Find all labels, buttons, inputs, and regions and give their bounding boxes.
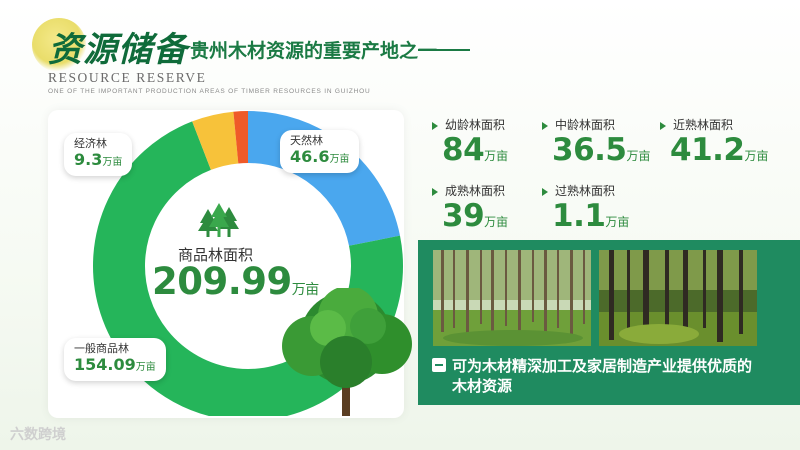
- tree-illustration: [282, 288, 412, 416]
- stat-value: 36.5万亩: [552, 132, 651, 168]
- stat-label-text: 中龄林面积: [555, 118, 616, 132]
- subtitle-dash: [418, 49, 470, 51]
- stat-label-text: 近熟林面积: [673, 118, 734, 132]
- triangle-bullet-icon: [432, 121, 438, 130]
- stat-number: 39: [442, 198, 485, 234]
- stat-label: 幼龄林面积: [432, 116, 508, 133]
- callout-economic-forest: 经济林 9.3万亩: [64, 133, 133, 176]
- band-note: 可为木材精深加工及家居制造产业提供优质的木材资源: [452, 357, 753, 395]
- stat-over-mature-forest: 过熟林面积 1.1万亩: [542, 182, 629, 234]
- callout-general-unit: 万亩: [135, 362, 156, 373]
- stat-number: 84: [442, 132, 485, 168]
- tree-icon: [198, 203, 240, 243]
- stat-value: 84万亩: [442, 132, 508, 168]
- stat-mature-forest: 成熟林面积 39万亩: [432, 182, 508, 234]
- callout-general-forest: 一般商品林 154.09万亩: [64, 338, 166, 381]
- forest-photo-2: [599, 250, 757, 346]
- callout-economic-value: 9.3万亩: [74, 151, 122, 172]
- stat-label: 近熟林面积: [660, 116, 769, 133]
- callout-natural-number: 46.6: [290, 147, 330, 166]
- callout-economic-number: 9.3: [74, 150, 103, 169]
- stat-label: 过熟林面积: [542, 182, 629, 199]
- stat-number: 41.2: [670, 132, 745, 168]
- callout-economic-unit: 万亩: [102, 157, 123, 168]
- donut-segment-3: [233, 111, 249, 164]
- callout-general-number: 154.09: [74, 355, 136, 374]
- stat-unit: 万亩: [744, 149, 769, 163]
- stat-unit: 万亩: [626, 149, 651, 163]
- page-title: 资源储备: [48, 30, 188, 70]
- callout-natural-value: 46.6万亩: [290, 148, 349, 169]
- callout-natural-label: 天然林: [290, 134, 323, 147]
- watermark: 六数跨境: [10, 427, 66, 443]
- arrow-right-icon: [432, 358, 446, 372]
- title-english: RESOURCE RESERVE: [48, 70, 207, 85]
- stat-unit: 万亩: [484, 149, 509, 163]
- callout-general-value: 154.09万亩: [74, 356, 156, 377]
- triangle-bullet-icon: [542, 121, 548, 130]
- triangle-bullet-icon: [542, 187, 548, 196]
- stat-near-mature-forest: 近熟林面积 41.2万亩: [660, 116, 769, 168]
- stat-label: 成熟林面积: [432, 182, 508, 199]
- stat-label: 中龄林面积: [542, 116, 651, 133]
- triangle-bullet-icon: [432, 187, 438, 196]
- stat-label-text: 成熟林面积: [445, 184, 506, 198]
- donut-segment-2: [192, 111, 240, 171]
- callout-natural-forest: 天然林 46.6万亩: [280, 130, 360, 173]
- stat-number: 36.5: [552, 132, 627, 168]
- stat-young-forest: 幼龄林面积 84万亩: [432, 116, 508, 168]
- subtitle-english: ONE OF THE IMPORTANT PRODUCTION AREAS OF…: [48, 88, 371, 95]
- stat-value: 39万亩: [442, 198, 508, 234]
- stat-label-text: 幼龄林面积: [445, 118, 506, 132]
- page-subtitle: 贵州木材资源的重要产地之一: [190, 40, 438, 62]
- stat-label-text: 过熟林面积: [555, 184, 616, 198]
- stat-unit: 万亩: [605, 215, 630, 229]
- forest-photo-1: [433, 250, 591, 346]
- stat-value: 41.2万亩: [670, 132, 769, 168]
- center-value-number: 209.99: [152, 260, 292, 303]
- callout-general-label: 一般商品林: [74, 342, 129, 355]
- stat-value: 1.1万亩: [552, 198, 629, 234]
- stat-number: 1.1: [552, 198, 606, 234]
- stat-unit: 万亩: [484, 215, 509, 229]
- triangle-bullet-icon: [660, 121, 666, 130]
- callout-economic-label: 经济林: [74, 137, 107, 150]
- stat-middle-forest: 中龄林面积 36.5万亩: [542, 116, 651, 168]
- callout-natural-unit: 万亩: [329, 154, 350, 165]
